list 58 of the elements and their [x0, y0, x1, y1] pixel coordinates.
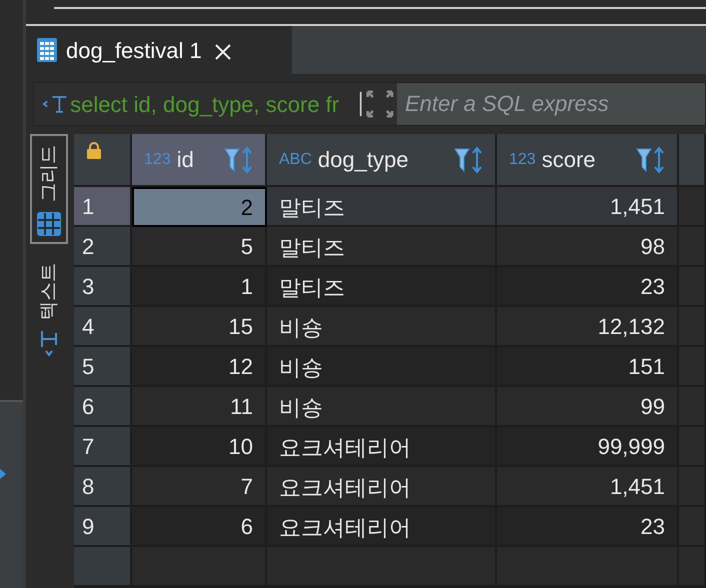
- table-cell: 비숑: [267, 307, 497, 347]
- table-cell: 요크셔테리어: [267, 507, 497, 547]
- editor-tab[interactable]: dog_festival 1: [26, 26, 292, 74]
- column-header[interactable]: 123 score: [497, 134, 679, 187]
- table-cell: 12: [132, 347, 267, 387]
- row-number[interactable]: 5: [74, 347, 132, 387]
- table-cell: 151: [497, 347, 679, 387]
- table-cell: 요크셔테리어: [267, 427, 497, 467]
- table-cell: 99,999: [497, 427, 679, 467]
- row-number[interactable]: 9: [74, 507, 132, 547]
- table-cell: 23: [497, 507, 679, 547]
- table-cell: 23: [497, 267, 679, 307]
- lock-icon: [86, 142, 102, 160]
- table-cell: 6: [132, 507, 267, 547]
- table-cell: 말티즈: [267, 227, 497, 267]
- type-label: 123: [509, 150, 536, 170]
- row-number[interactable]: 4: [74, 307, 132, 347]
- table-cell: 1,451: [497, 467, 679, 507]
- row-number[interactable]: 8: [74, 467, 132, 507]
- table-cell: 12,132: [497, 307, 679, 347]
- table-cell: 말티즈: [267, 267, 497, 307]
- table-cell: 비숑: [267, 387, 497, 427]
- view-tab[interactable]: 그리드: [30, 134, 68, 244]
- table-cell: 말티즈: [267, 187, 497, 227]
- caret-icon: [0, 468, 8, 480]
- type-label: 123: [144, 150, 171, 170]
- column-name: id: [176, 146, 194, 174]
- table-icon: [36, 37, 58, 63]
- table-cell: 99: [497, 387, 679, 427]
- filter-sort-icon[interactable]: [223, 144, 253, 174]
- table-cell: 11: [132, 387, 267, 427]
- filter-sort-icon[interactable]: [453, 144, 483, 174]
- table-cell: 요크셔테리어: [267, 467, 497, 507]
- row-number[interactable]: 6: [74, 387, 132, 427]
- table-cell: 비숑: [267, 347, 497, 387]
- view-tab[interactable]: 텍스트: [30, 254, 68, 364]
- table-cell: 5: [132, 227, 267, 267]
- table-cell: 2: [132, 187, 267, 227]
- column-header: [679, 134, 706, 187]
- text-icon: [39, 329, 59, 359]
- table-cell: 10: [132, 427, 267, 467]
- column-name: dog_type: [318, 146, 408, 174]
- grid-icon: [36, 211, 62, 237]
- column-header[interactable]: 123 id: [132, 134, 267, 187]
- table-cell: 1: [132, 267, 267, 307]
- table-cell: 7: [132, 467, 267, 507]
- table-cell: 1,451: [497, 187, 679, 227]
- table-cell: 15: [132, 307, 267, 347]
- column-header[interactable]: ABC dog_type: [267, 134, 497, 187]
- row-number[interactable]: 1: [74, 187, 132, 227]
- row-number[interactable]: 3: [74, 267, 132, 307]
- column-name: score: [542, 146, 596, 174]
- row-number[interactable]: 7: [74, 427, 132, 467]
- type-label: ABC: [279, 150, 312, 170]
- tab-title: dog_festival 1: [66, 36, 202, 65]
- filter-sort-icon[interactable]: [635, 144, 665, 174]
- table-cell: 98: [497, 227, 679, 267]
- row-number[interactable]: 2: [74, 227, 132, 267]
